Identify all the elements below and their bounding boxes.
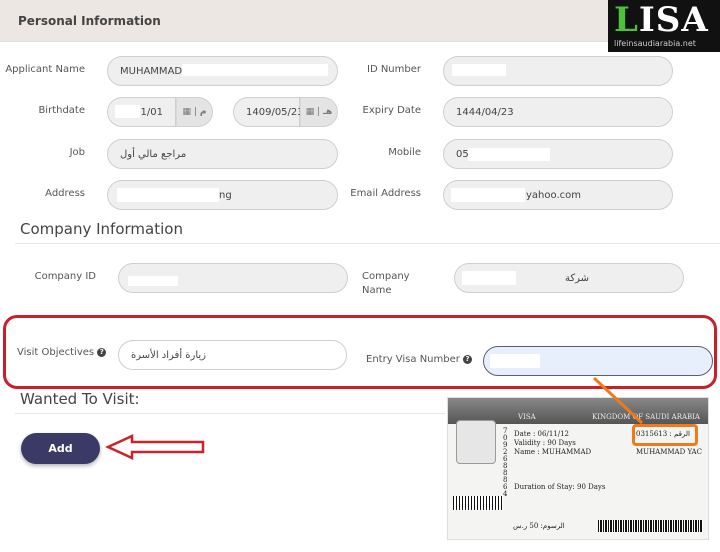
visit-objectives-input[interactable]: زيارة أفراد الأسرة [118, 340, 347, 370]
barcode [453, 496, 503, 510]
orange-arrow-annotation [592, 376, 644, 425]
redaction [182, 64, 328, 76]
redaction [462, 271, 516, 285]
divider [15, 243, 720, 244]
company-name-label: Company Name [362, 271, 410, 296]
visa-number-highlight [632, 424, 698, 446]
entry-visa-label: Entry Visa Number ? [366, 353, 473, 367]
address-label: Address [45, 188, 85, 199]
add-button[interactable]: Add [21, 433, 100, 464]
calendar-icon: ▦ [305, 107, 315, 117]
redaction [451, 188, 525, 202]
redaction [117, 188, 219, 202]
visa-image: VISA KINGDOM OF SAUDI ARABIA 7092688864 D… [447, 397, 709, 540]
barcode [598, 520, 703, 532]
wanted-to-visit-heading: Wanted To Visit: [20, 390, 140, 408]
emblem-icon [456, 420, 496, 464]
birthdate-hijri-input[interactable]: 1409/05/23 [233, 97, 304, 127]
red-arrow-annotation [105, 434, 205, 460]
section-title: Personal Information [18, 14, 161, 28]
mobile-label: Mobile [388, 147, 421, 158]
email-label: Email Address [350, 188, 421, 199]
help-icon: ? [463, 354, 473, 364]
redaction [128, 276, 178, 286]
redaction [115, 105, 140, 118]
redaction [468, 148, 550, 161]
expiry-date-label: Expiry Date [362, 105, 421, 116]
help-icon: ? [97, 347, 107, 357]
gregorian-calendar-button[interactable]: ▦ | م [176, 97, 213, 127]
job-label: Job [69, 147, 85, 158]
birthdate-label: Birthdate [38, 105, 85, 116]
divider [15, 413, 445, 414]
lisa-logo: LISA lifeinsaudiarabia.net [608, 0, 720, 52]
company-info-heading: Company Information [20, 220, 183, 238]
applicant-name-label: Applicant Name [5, 64, 85, 75]
calendar-icon: ▦ [182, 107, 192, 117]
expiry-date-input[interactable]: 1444/04/23 [443, 97, 673, 127]
job-input[interactable]: مراجع مالي أول [107, 139, 338, 169]
company-id-label: Company ID [34, 271, 96, 282]
id-number-label: ID Number [367, 64, 421, 75]
hijri-calendar-button[interactable]: ▦ | هـ [300, 97, 338, 127]
visit-objectives-label: Visit Objectives ? [17, 346, 107, 360]
redaction [452, 64, 506, 76]
redaction [490, 354, 540, 368]
